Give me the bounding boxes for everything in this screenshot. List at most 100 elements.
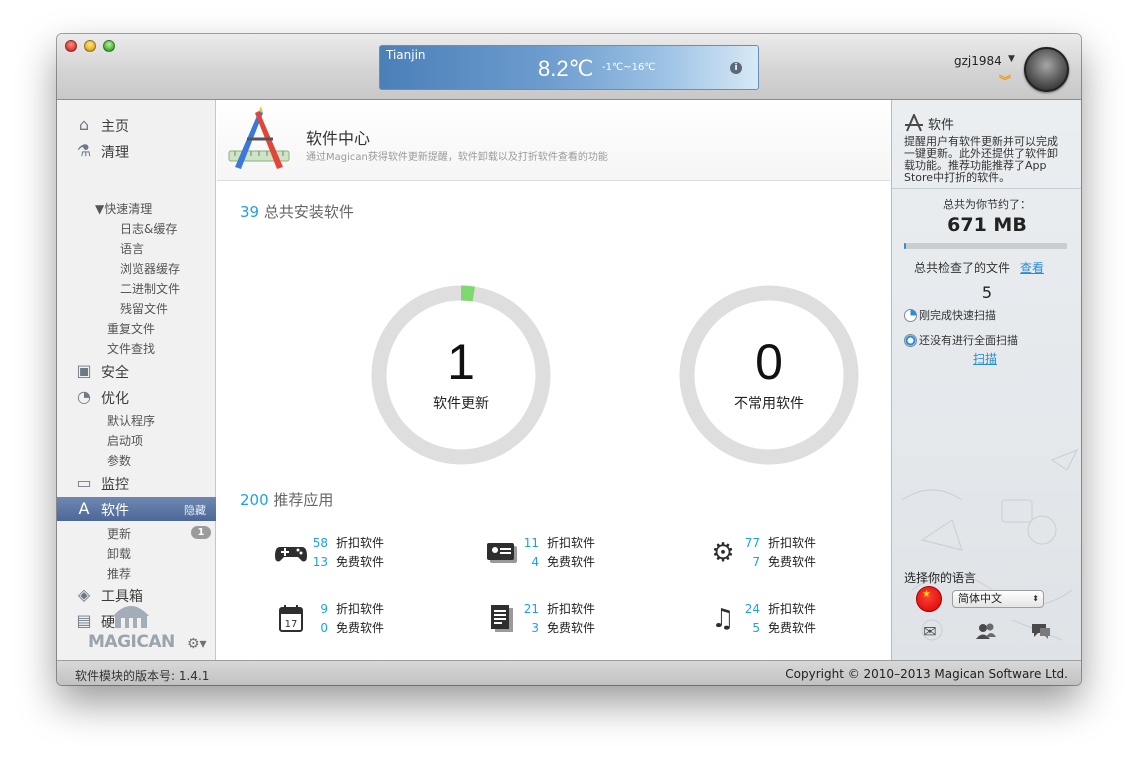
- title-bar: Tianjin 8.2℃ -1℃~16℃ i gzj1984 ▼ ︾: [57, 34, 1081, 100]
- avatar[interactable]: [1024, 47, 1069, 92]
- radio-status-icon: [904, 334, 917, 347]
- sidebar-item-monitor[interactable]: ▭ 监控: [57, 471, 216, 495]
- discount-row[interactable]: 11 折扣软件: [523, 534, 595, 552]
- sidebar-subitem-browser-cache[interactable]: 浏览器缓存: [120, 260, 180, 277]
- checked-files-count: 5: [981, 283, 993, 302]
- document-icon: [485, 602, 519, 636]
- discount-row[interactable]: 58 折扣软件: [312, 534, 384, 552]
- scan-link[interactable]: 扫描: [973, 350, 997, 367]
- language-label: 选择你的语言: [904, 571, 977, 585]
- category-productivity[interactable]: 17 9 折扣软件 0 免费软件: [274, 600, 434, 640]
- free-row[interactable]: 0 免费软件: [312, 619, 384, 637]
- saved-label: 总共为你节约了：: [943, 198, 1031, 211]
- category-business[interactable]: 11 折扣软件 4 免费软件: [485, 534, 645, 574]
- updates-ring[interactable]: 1 软件更新: [371, 285, 551, 465]
- category-music[interactable]: ♫ 24 折扣软件 5 免费软件: [706, 600, 866, 640]
- panel-description: 提醒用户有软件更新并可以完成一键更新。此外还提供了软件卸载功能。推荐功能推荐了A…: [904, 135, 1058, 184]
- user-name[interactable]: gzj1984: [954, 54, 1002, 68]
- language-value: 简体中文: [958, 592, 1002, 605]
- discount-row[interactable]: 77 折扣软件: [744, 534, 816, 552]
- view-link[interactable]: 查看: [1020, 259, 1044, 276]
- free-count: 5: [752, 621, 760, 635]
- sidebar-subitem-file-search[interactable]: 文件查找: [107, 340, 155, 357]
- divider: [892, 188, 1081, 189]
- sidebar-item-label: 优化: [101, 391, 129, 407]
- free-row[interactable]: 3 免费软件: [523, 619, 595, 637]
- users-icon[interactable]: [975, 622, 997, 640]
- free-row[interactable]: 7 免费软件: [744, 553, 816, 571]
- free-row[interactable]: 5 免费软件: [744, 619, 816, 637]
- category-reference[interactable]: 21 折扣软件 3 免费软件: [485, 600, 645, 640]
- category-games[interactable]: 58 折扣软件 13 免费软件: [274, 534, 434, 574]
- settings-gear-icon[interactable]: ⚙▾: [187, 636, 207, 652]
- discount-label: 折扣软件: [768, 602, 817, 616]
- sidebar-item-home[interactable]: ⌂ 主页: [57, 113, 216, 137]
- sidebar-subitem-startup[interactable]: 启动项: [107, 432, 143, 449]
- hide-button[interactable]: 隐藏: [184, 502, 206, 518]
- minimize-window-button[interactable]: [84, 40, 96, 52]
- sidebar-subitem-leftovers[interactable]: 残留文件: [120, 300, 168, 317]
- sidebar-item-software[interactable]: A 软件 隐藏: [57, 497, 216, 521]
- sidebar-subitem-default-apps[interactable]: 默认程序: [107, 412, 155, 429]
- discount-label: 折扣软件: [768, 536, 817, 550]
- close-window-button[interactable]: [65, 40, 77, 52]
- sidebar-subitem-logs-cache[interactable]: 日志&缓存: [120, 220, 177, 237]
- discount-label: 折扣软件: [336, 536, 385, 550]
- mail-icon[interactable]: ✉: [919, 622, 941, 641]
- recommended-label: 推荐应用: [273, 491, 334, 509]
- discount-count: 21: [523, 602, 539, 616]
- lock-icon: ▣: [76, 361, 92, 380]
- zoom-window-button[interactable]: [103, 40, 115, 52]
- sidebar-subitem-duplicates[interactable]: 重复文件: [107, 320, 155, 337]
- quick-scan-status: 刚完成快速扫描: [904, 307, 996, 323]
- free-label: 免费软件: [768, 555, 817, 569]
- quick-scan-text: 刚完成快速扫描: [919, 309, 996, 322]
- music-icon: ♫: [711, 604, 735, 634]
- unused-count: 0: [755, 334, 783, 390]
- discount-count: 9: [320, 602, 328, 616]
- language-select[interactable]: 简体中文 ⬍: [952, 590, 1044, 608]
- sidebar-item-label: 软件: [101, 503, 129, 519]
- pie-status-icon: [904, 309, 917, 322]
- sidebar-item-clean[interactable]: ⚗ 清理: [57, 139, 216, 163]
- info-icon[interactable]: i: [730, 62, 742, 74]
- sidebar-item-label: 监控: [101, 477, 129, 493]
- saved-value: 671 MB: [947, 214, 1027, 236]
- sidebar-subitem-updates[interactable]: 更新: [107, 525, 131, 542]
- discount-label: 折扣软件: [547, 536, 596, 550]
- sidebar-item-security[interactable]: ▣ 安全: [57, 359, 216, 383]
- panel-title: 软件: [928, 118, 955, 133]
- user-menu-caret-icon[interactable]: ▼: [1008, 54, 1015, 64]
- sidebar-subitem-uninstall[interactable]: 卸载: [107, 545, 131, 562]
- recommended-heading: 200 推荐应用: [240, 489, 333, 510]
- discount-label: 折扣软件: [336, 602, 385, 616]
- sidebar-item-label: 安全: [101, 365, 129, 381]
- discount-row[interactable]: 21 折扣软件: [523, 600, 595, 618]
- sidebar-item-label: 清理: [101, 145, 129, 161]
- sidebar-subitem-recommend[interactable]: 推荐: [107, 565, 131, 582]
- status-bar: 软件模块的版本号: 1.4.1 Copyright © 2010–2013 Ma…: [57, 660, 1081, 685]
- discount-row[interactable]: 9 折扣软件: [312, 600, 384, 618]
- unused-label: 不常用软件: [734, 396, 804, 412]
- toolbox-icon: ◈: [77, 585, 91, 604]
- free-label: 免费软件: [547, 555, 596, 569]
- category-utilities[interactable]: ⚙ 77 折扣软件 7 免费软件: [706, 534, 866, 574]
- sidebar-item-optimize[interactable]: ◔ 优化: [57, 385, 216, 409]
- installed-count: 39: [240, 203, 260, 221]
- free-row[interactable]: 4 免费软件: [523, 553, 595, 571]
- sidebar-subitem-quick-clean[interactable]: ▼快速清理: [95, 200, 152, 217]
- discount-row[interactable]: 24 折扣软件: [744, 600, 816, 618]
- saved-progress-fill: [904, 243, 906, 249]
- weather-widget[interactable]: Tianjin 8.2℃ -1℃~16℃ i: [379, 45, 759, 90]
- sidebar-subitem-languages[interactable]: 语言: [120, 240, 144, 257]
- chat-icon[interactable]: [1030, 622, 1052, 640]
- updates-count: 1: [447, 334, 475, 390]
- sidebar-subitem-binaries[interactable]: 二进制文件: [120, 280, 180, 297]
- unused-ring[interactable]: 0 不常用软件: [679, 285, 859, 465]
- expand-chevron-icon[interactable]: ︾: [999, 72, 1011, 89]
- recommended-count: 200: [240, 491, 269, 509]
- discount-count: 24: [744, 602, 760, 616]
- free-row[interactable]: 13 免费软件: [312, 553, 384, 571]
- sidebar-subitem-params[interactable]: 参数: [107, 452, 131, 469]
- free-label: 免费软件: [547, 621, 596, 635]
